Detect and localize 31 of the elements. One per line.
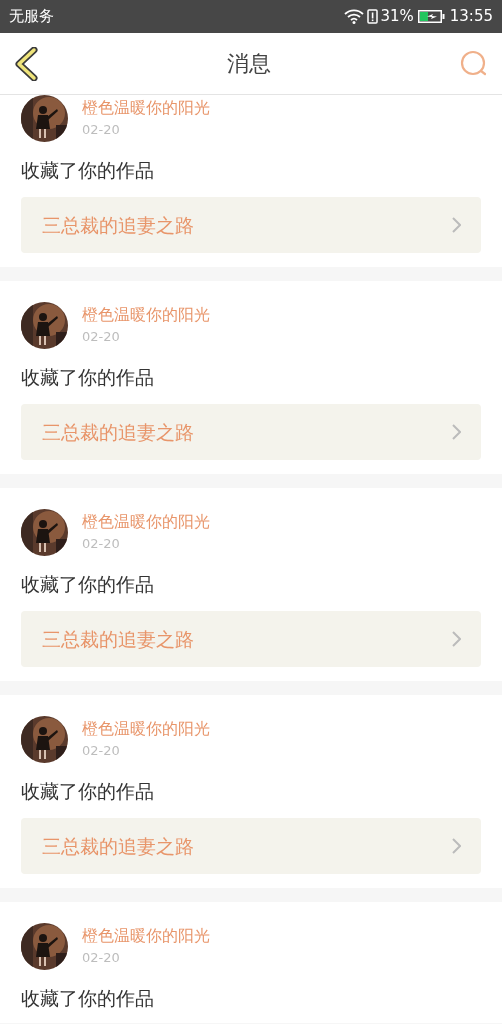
clock-time: 13:55 <box>449 6 493 28</box>
message-text: 收藏了你的作品 <box>21 573 155 595</box>
message-date: 02-20 <box>82 121 121 139</box>
work-link[interactable]: 三总裁的追妻之路 <box>21 611 481 667</box>
back-icon[interactable] <box>14 46 38 81</box>
chevron-right-icon <box>452 424 461 440</box>
chevron-right-icon <box>452 217 461 233</box>
battery-charging-icon <box>417 10 445 23</box>
message-date: 02-20 <box>82 328 121 346</box>
user-name[interactable]: 橙色温暖你的阳光 <box>82 926 210 946</box>
message-date: 02-20 <box>82 742 121 760</box>
user-name[interactable]: 橙色温暖你的阳光 <box>82 719 210 739</box>
user-name[interactable]: 橙色温暖你的阳光 <box>82 305 210 325</box>
wifi-icon <box>344 9 365 24</box>
work-link[interactable]: 三总裁的追妻之路 <box>21 818 481 874</box>
message-date: 02-20 <box>82 949 121 967</box>
message-text: 收藏了你的作品 <box>21 987 155 1009</box>
message-date: 02-20 <box>82 535 121 553</box>
carrier-text: 无服务 <box>9 6 54 28</box>
battery-percent: 31% <box>380 6 414 28</box>
chevron-right-icon <box>452 631 461 647</box>
work-link[interactable]: 三总裁的追妻之路 <box>21 404 481 460</box>
user-name[interactable]: 橙色温暖你的阳光 <box>82 512 210 532</box>
work-link[interactable]: 三总裁的追妻之路 <box>21 197 481 253</box>
page-title: 消息 <box>227 50 271 78</box>
message-text: 收藏了你的作品 <box>21 159 155 181</box>
sim-alert-icon <box>367 9 379 24</box>
message-text: 收藏了你的作品 <box>21 780 155 802</box>
message-text: 收藏了你的作品 <box>21 366 155 388</box>
chevron-right-icon <box>452 838 461 854</box>
user-name[interactable]: 橙色温暖你的阳光 <box>82 98 210 118</box>
